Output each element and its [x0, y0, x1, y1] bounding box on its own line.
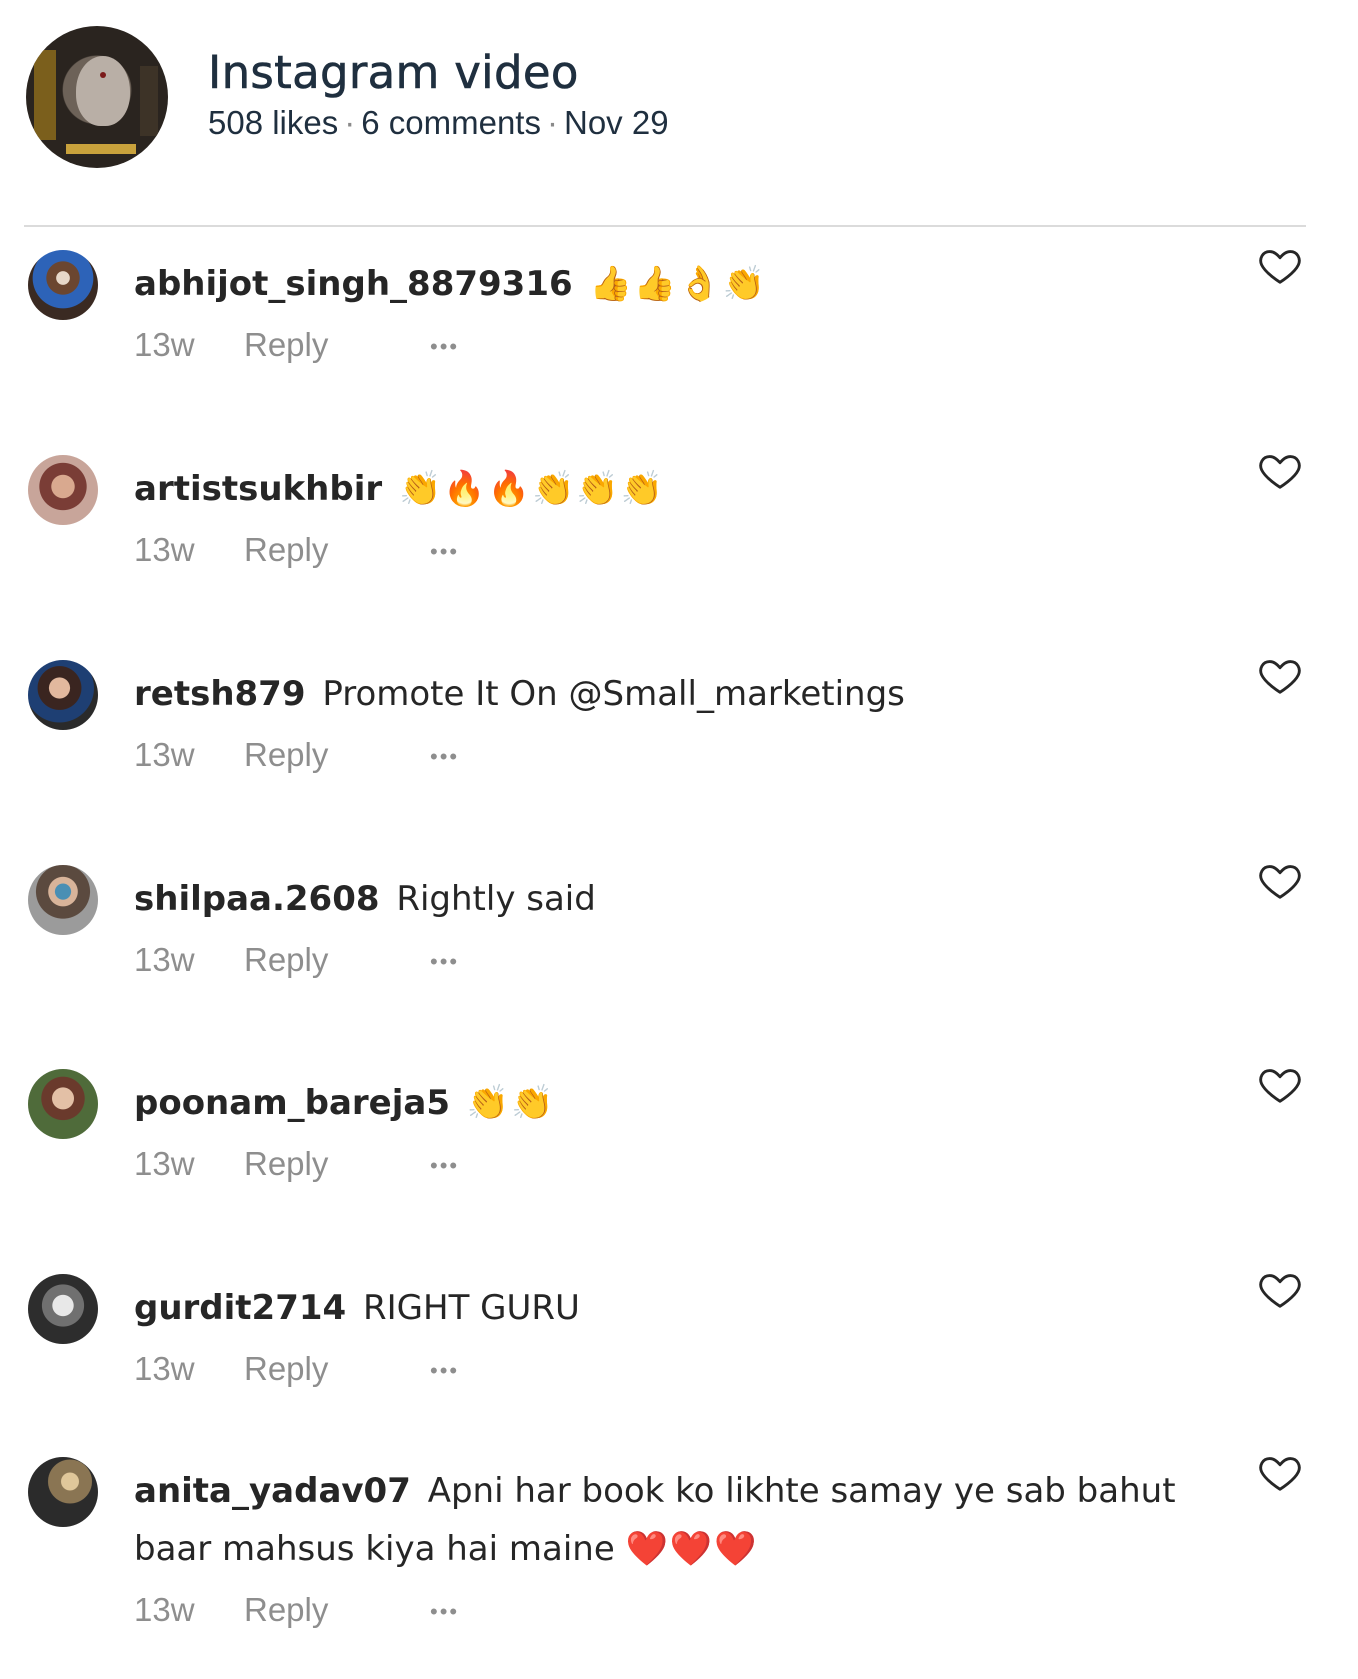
more-options-icon[interactable]: •••	[430, 334, 459, 360]
avatar-frame-decoration	[34, 50, 56, 140]
commenter-avatar[interactable]	[28, 250, 98, 320]
avatar-bindi	[100, 72, 106, 78]
comment-actions: 13w Reply •••	[134, 1145, 459, 1183]
more-options-icon[interactable]: •••	[430, 539, 459, 565]
avatar-frame-decoration	[140, 66, 158, 136]
comment-body: artistsukhbir 👏🔥🔥👏👏👏	[134, 460, 1204, 518]
comment-actions: 13w Reply •••	[134, 736, 459, 774]
more-options-icon[interactable]: •••	[430, 1599, 459, 1625]
reply-button[interactable]: Reply	[244, 941, 430, 979]
comment-actions: 13w Reply •••	[134, 531, 459, 569]
post-header: Instagram video 508 likes · 6 comments · Nov…	[0, 0, 1358, 230]
comment-username[interactable]: anita_yadav07	[134, 1471, 411, 1511]
more-options-icon[interactable]: •••	[430, 949, 459, 975]
comment-body: gurdit2714 RIGHT GURU	[134, 1279, 1204, 1337]
comment-time: 13w	[134, 1591, 195, 1628]
header-divider	[24, 225, 1306, 227]
heart-outline-icon[interactable]	[1256, 242, 1304, 288]
comment-time: 13w	[134, 1145, 195, 1182]
reply-button[interactable]: Reply	[244, 1350, 430, 1388]
heart-outline-icon[interactable]	[1256, 447, 1304, 493]
comment-text: RIGHT GURU	[363, 1288, 580, 1328]
more-options-icon[interactable]: •••	[430, 1153, 459, 1179]
comments-count[interactable]: 6 comments	[361, 104, 541, 141]
comment-username[interactable]: artistsukhbir	[134, 469, 382, 509]
comment-actions: 13w Reply •••	[134, 1350, 459, 1388]
more-options-icon[interactable]: •••	[430, 1358, 459, 1384]
comment-text: Promote It On @Small_marketings	[322, 674, 905, 714]
comment-time: 13w	[134, 736, 195, 773]
comment-time: 13w	[134, 531, 195, 568]
comment-time: 13w	[134, 1350, 195, 1387]
reply-button[interactable]: Reply	[244, 1145, 430, 1183]
commenter-avatar[interactable]	[28, 455, 98, 525]
comment-body: poonam_bareja5 👏👏	[134, 1074, 1204, 1132]
commenter-avatar[interactable]	[28, 1069, 98, 1139]
more-options-icon[interactable]: •••	[430, 744, 459, 770]
comment-username[interactable]: abhijot_singh_8879316	[134, 264, 573, 304]
comment-body: anita_yadav07 Apni har book ko likhte sa…	[134, 1462, 1204, 1578]
comment-body: shilpaa.2608 Rightly said	[134, 870, 1204, 928]
commenter-avatar[interactable]	[28, 1457, 98, 1527]
meta-separator: ·	[344, 104, 356, 141]
comment-body: abhijot_singh_8879316 👍👍👌👏	[134, 255, 1204, 313]
avatar-face	[76, 56, 130, 126]
comment-text: Rightly said	[396, 879, 596, 919]
commenter-avatar[interactable]	[28, 660, 98, 730]
comment-username[interactable]: shilpaa.2608	[134, 879, 380, 919]
comment-username[interactable]: gurdit2714	[134, 1288, 346, 1328]
heart-outline-icon[interactable]	[1256, 1449, 1304, 1495]
comment-actions: 13w Reply •••	[134, 1591, 459, 1629]
comment-body: retsh879 Promote It On @Small_marketings	[134, 665, 1204, 723]
comment-actions: 13w Reply •••	[134, 941, 459, 979]
commenter-avatar[interactable]	[28, 865, 98, 935]
comment-username[interactable]: poonam_bareja5	[134, 1083, 450, 1123]
avatar-caption-band	[66, 144, 136, 154]
post-date: Nov 29	[563, 104, 669, 141]
likes-count[interactable]: 508 likes	[208, 104, 338, 141]
comment-actions: 13w Reply •••	[134, 326, 459, 364]
reply-button[interactable]: Reply	[244, 1591, 430, 1629]
comment-emoji: 👏👏	[466, 1083, 556, 1123]
meta-separator: ·	[546, 104, 558, 141]
reply-button[interactable]: Reply	[244, 531, 430, 569]
comment-time: 13w	[134, 941, 195, 978]
heart-outline-icon[interactable]	[1256, 1266, 1304, 1312]
comment-emoji: ❤️❤️❤️	[625, 1529, 759, 1569]
post-meta: 508 likes · 6 comments · Nov 29	[208, 104, 669, 142]
post-title[interactable]: Instagram video	[208, 46, 579, 100]
commenter-avatar[interactable]	[28, 1274, 98, 1344]
post-author-avatar[interactable]	[26, 26, 168, 168]
heart-outline-icon[interactable]	[1256, 652, 1304, 698]
heart-outline-icon[interactable]	[1256, 1061, 1304, 1107]
heart-outline-icon[interactable]	[1256, 857, 1304, 903]
comment-emoji: 👏🔥🔥👏👏👏	[398, 469, 665, 509]
comment-time: 13w	[134, 326, 195, 363]
comment-username[interactable]: retsh879	[134, 674, 306, 714]
comment-emoji: 👍👍👌👏	[589, 264, 767, 304]
reply-button[interactable]: Reply	[244, 326, 430, 364]
reply-button[interactable]: Reply	[244, 736, 430, 774]
